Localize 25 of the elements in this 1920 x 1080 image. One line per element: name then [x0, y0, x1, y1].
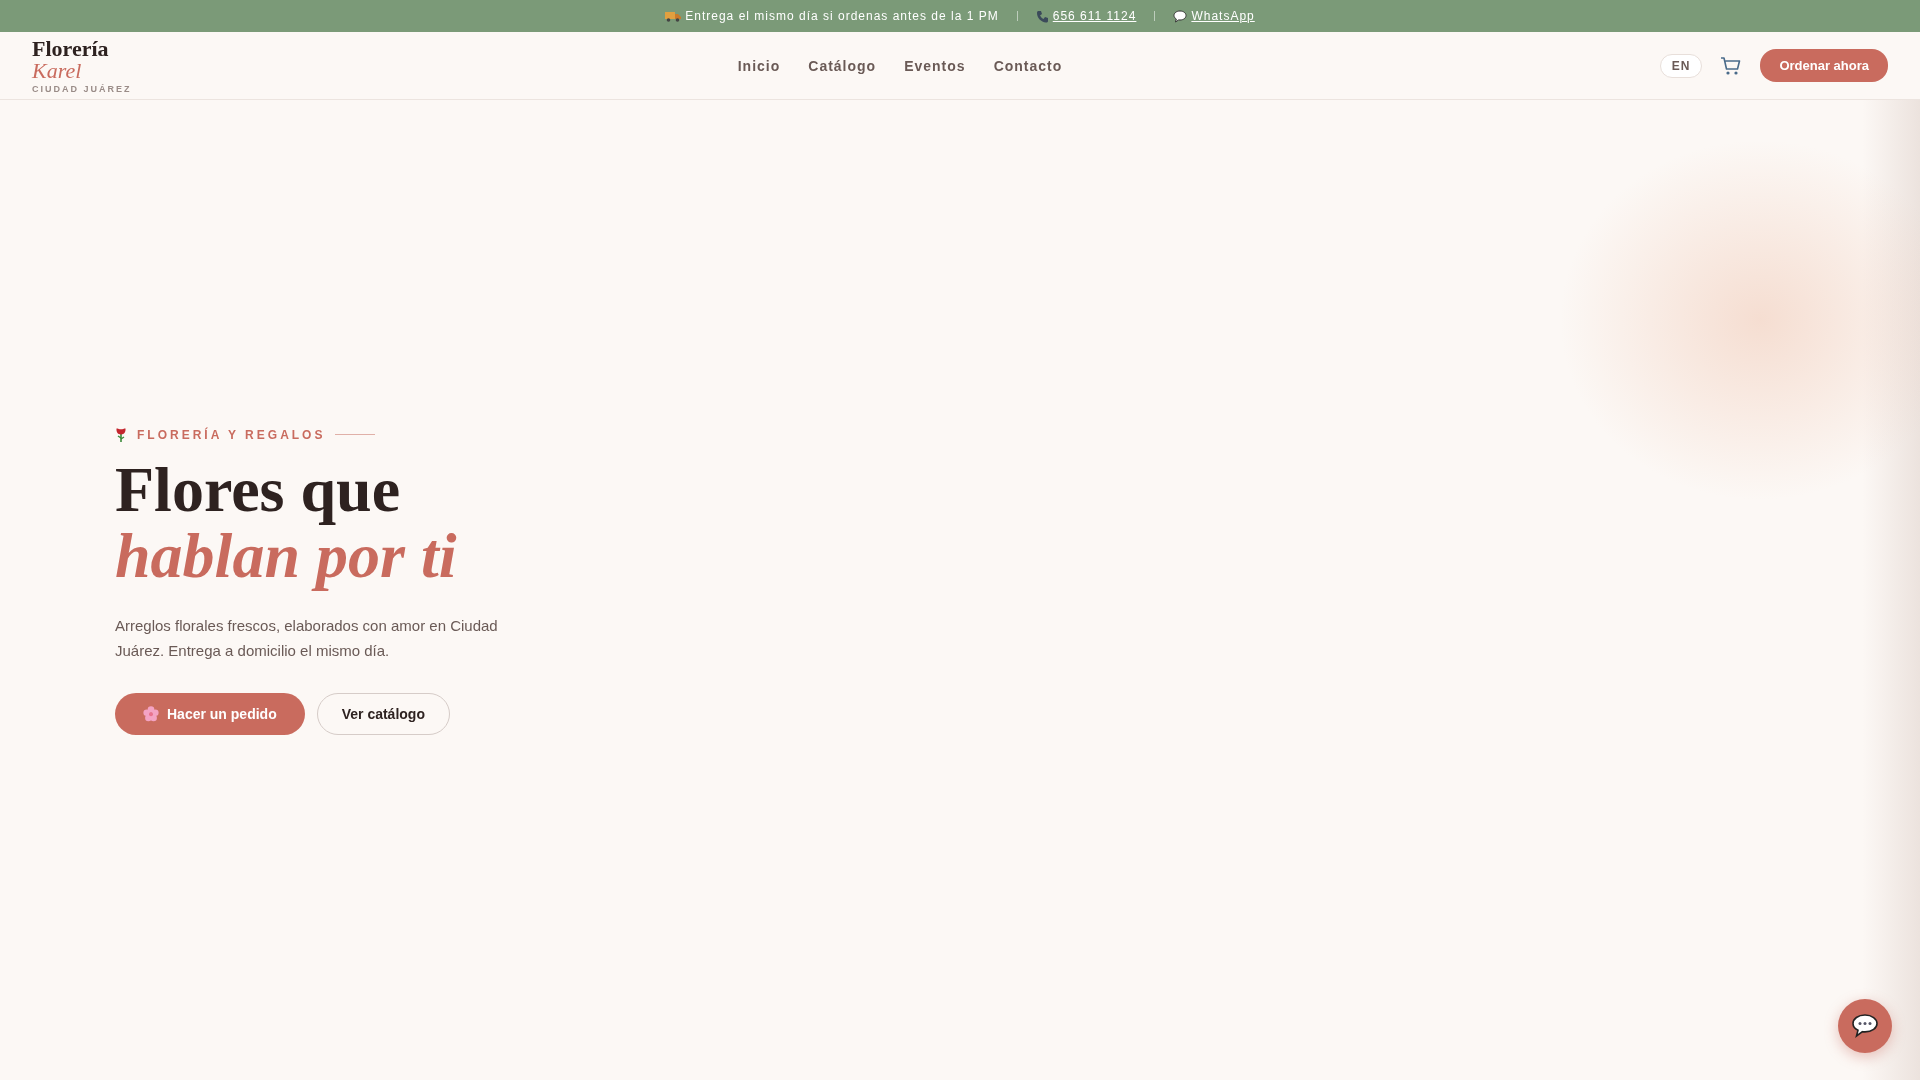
phone-link[interactable]: 656 611 1124 — [1052, 9, 1137, 23]
eyebrow-text: FLORERÍA Y REGALOS — [137, 427, 326, 442]
delivery-notice: Entrega el mismo día si ordenas antes de la 1 PM — [685, 9, 999, 23]
chat-button[interactable] — [1838, 999, 1892, 1053]
phone-icon — [1035, 9, 1049, 23]
truck-icon — [665, 10, 682, 22]
chat-icon — [1851, 1013, 1879, 1039]
hero-description: Arreglos florales frescos, elaborados con amor en Ciudad Juárez. Entrega a domicilio el mismo día. — [115, 615, 499, 661]
language-button[interactable]: EN — [1659, 53, 1703, 78]
logo-tagline: CIUDAD JUÁREZ — [32, 83, 132, 94]
blossom-icon — [143, 705, 159, 722]
order-button[interactable]: Ordenar ahora — [1760, 49, 1888, 82]
nav-link[interactable]: Eventos — [904, 57, 966, 74]
logo-text[interactable]: Florería — [32, 37, 132, 60]
hero-title: Flores que — [115, 456, 401, 523]
speech-bubble-icon — [1173, 9, 1188, 23]
catalog-button[interactable]: Ver catálogo — [316, 692, 450, 735]
nav-link[interactable]: Catálogo — [808, 57, 877, 74]
cart-icon[interactable] — [1720, 55, 1743, 76]
nav-link[interactable]: Contacto — [993, 57, 1063, 74]
logo-text[interactable]: Karel — [32, 59, 132, 82]
whatsapp-link[interactable]: WhatsApp — [1191, 9, 1255, 23]
order-button[interactable]: Hacer un pedido — [115, 692, 305, 735]
nav-link[interactable]: Inicio — [737, 57, 781, 74]
rose-icon — [115, 426, 127, 443]
